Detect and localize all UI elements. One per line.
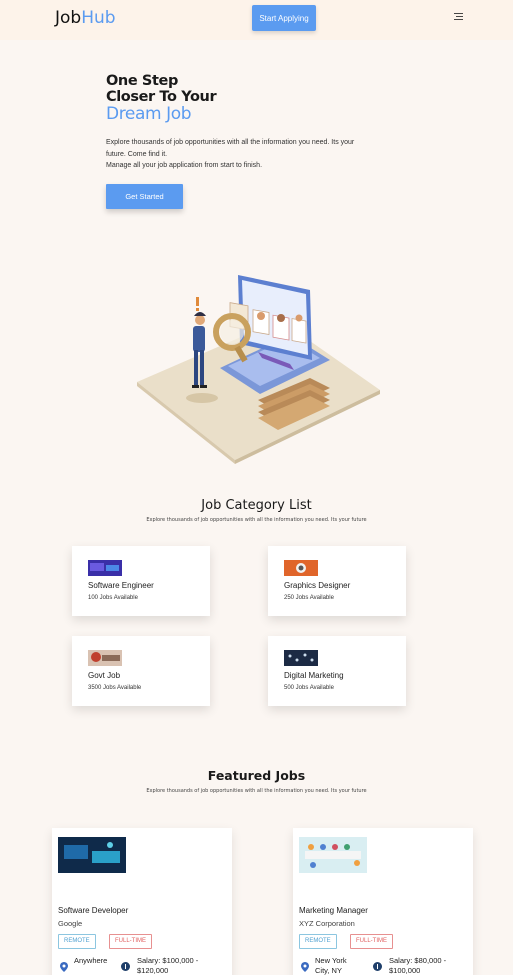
category-card-software-engineer[interactable]: Software Engineer 100 Jobs Available [72, 546, 210, 616]
hero-description: Explore thousands of job opportunities w… [106, 137, 406, 172]
job-company: XYZ Corporation [299, 919, 355, 928]
remote-tag: REMOTE [58, 934, 96, 949]
job-location: New York City, NY [315, 956, 347, 975]
job-salary-line2: $100,000 [389, 966, 421, 975]
job-location: Anywhere [74, 956, 107, 966]
logo[interactable]: JobHub [55, 8, 116, 28]
hero-title-line2: Closer To Your [106, 89, 217, 105]
category-section-subtitle: Explore thousands of job opportunities w… [146, 517, 367, 523]
hero-title: One Step Closer To Your Dream Job [106, 73, 217, 124]
job-location-line1: New York [315, 956, 347, 965]
category-card-govt-job[interactable]: Govt Job 3500 Jobs Available [72, 636, 210, 706]
job-salary: Salary: $80,000 - $100,000 [389, 956, 446, 975]
logo-text-hub: Hub [81, 8, 116, 28]
location-pin-icon [301, 962, 309, 972]
category-name: Software Engineer [88, 581, 154, 590]
logo-text-job: Job [55, 8, 82, 28]
category-image [88, 650, 122, 666]
job-salary-line1: Salary: $100,000 - [137, 956, 199, 965]
start-applying-button[interactable]: Start Applying [252, 5, 316, 31]
category-section-title: Job Category List [201, 498, 312, 513]
job-image [58, 837, 126, 873]
job-card-software-developer[interactable]: Software Developer Google REMOTE FULL-TI… [52, 828, 232, 975]
job-location-line2: City, NY [315, 966, 342, 975]
hero-title-line1: One Step [106, 73, 178, 89]
category-image [88, 560, 122, 576]
hero-illustration [137, 275, 380, 464]
navbar: JobHub Start Applying [0, 0, 513, 40]
salary-icon [373, 962, 382, 971]
category-card-digital-marketing[interactable]: Digital Marketing 500 Jobs Available [268, 636, 406, 706]
category-name: Graphics Designer [284, 581, 351, 590]
hero-desc-line1: Explore thousands of job opportunities w… [106, 139, 355, 146]
job-company: Google [58, 919, 83, 928]
category-image [284, 560, 318, 576]
featured-section-subtitle: Explore thousands of job opportunities w… [146, 788, 367, 794]
featured-section-title: Featured Jobs [207, 768, 306, 783]
job-location-line1: Anywhere [74, 956, 108, 965]
job-salary-line2: $120,000 [137, 966, 169, 975]
category-card-graphics-designer[interactable]: Graphics Designer 250 Jobs Available [268, 546, 406, 616]
remote-tag: REMOTE [299, 934, 337, 949]
job-salary: Salary: $100,000 - $120,000 [137, 956, 198, 975]
hero-desc-line3: Manage all your job application from sta… [106, 162, 263, 169]
category-count: 3500 Jobs Available [88, 685, 142, 691]
job-image [299, 837, 367, 873]
get-started-button[interactable]: Get Started [106, 184, 183, 209]
menu-icon[interactable] [454, 12, 463, 21]
full-time-tag: FULL-TIME [109, 934, 153, 949]
full-time-tag: FULL-TIME [350, 934, 394, 949]
job-salary-line1: Salary: $80,000 - [389, 956, 447, 965]
category-count: 500 Jobs Available [284, 685, 334, 691]
category-count: 250 Jobs Available [284, 595, 334, 601]
category-name: Govt Job [88, 671, 121, 680]
salary-icon [121, 962, 130, 971]
category-name: Digital Marketing [284, 671, 344, 680]
location-pin-icon [60, 962, 68, 972]
category-count: 100 Jobs Available [88, 595, 138, 601]
hero-title-highlight: Dream Job [106, 104, 192, 124]
job-title: Marketing Manager [299, 906, 368, 915]
hero-desc-line2: future. Come find it. [106, 150, 168, 158]
job-title: Software Developer [58, 906, 129, 915]
job-card-marketing-manager[interactable]: Marketing Manager XYZ Corporation REMOTE… [293, 828, 473, 975]
category-image [284, 650, 318, 666]
